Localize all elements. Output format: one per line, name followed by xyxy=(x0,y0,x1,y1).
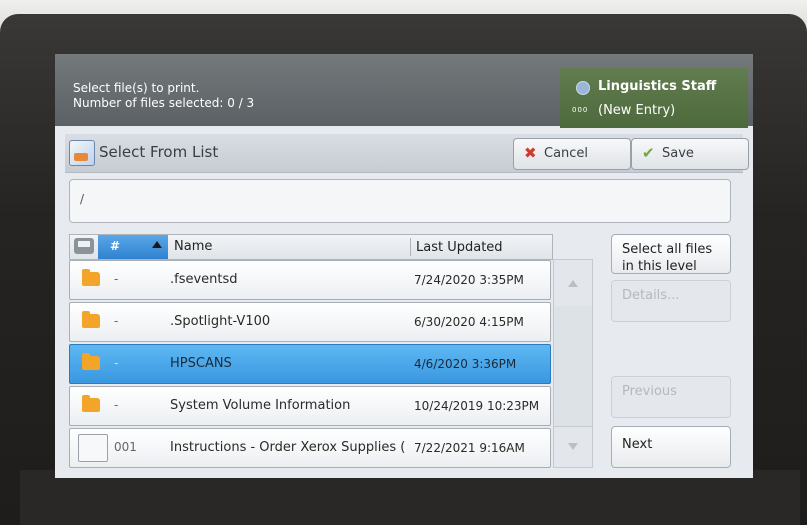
details-button[interactable]: Details... xyxy=(611,280,731,322)
item-name: System Volume Information xyxy=(170,398,351,413)
next-label: Next xyxy=(622,437,653,452)
previous-button[interactable]: Previous xyxy=(611,376,731,418)
user-panel[interactable]: Linguistics Staff 000 (New Entry) xyxy=(560,68,748,128)
save-label: Save xyxy=(662,146,694,161)
details-label: Details... xyxy=(622,288,680,303)
file-list-icon xyxy=(69,140,95,166)
folder-icon xyxy=(82,269,100,286)
list-item[interactable]: - .fseventsd 7/24/2020 3:35PM xyxy=(69,260,551,300)
column-number-label: # xyxy=(110,239,121,253)
printer-icon xyxy=(74,238,94,254)
item-date: 10/24/2019 10:23PM xyxy=(414,399,540,413)
scrollbar-track[interactable] xyxy=(553,306,593,426)
folder-icon xyxy=(82,395,100,412)
item-number: - xyxy=(114,356,119,370)
dialog-titlebar: Select From List ✖ Cancel ✔ Save xyxy=(65,134,749,173)
path-field: / xyxy=(69,179,731,223)
item-name: .Spotlight-V100 xyxy=(170,314,271,329)
item-date: 7/22/2021 9:16AM xyxy=(414,441,525,455)
select-all-button[interactable]: Select all files in this level xyxy=(611,234,731,274)
arrow-up-icon xyxy=(568,280,578,287)
item-date: 4/6/2020 3:36PM xyxy=(414,357,517,371)
arrow-down-icon xyxy=(568,443,578,450)
folder-icon xyxy=(82,311,100,328)
cancel-button[interactable]: ✖ Cancel xyxy=(513,138,631,170)
folder-icon xyxy=(82,353,100,370)
item-date: 6/30/2020 4:15PM xyxy=(414,315,524,329)
user-name: Linguistics Staff xyxy=(598,79,717,94)
path-text: / xyxy=(80,192,85,206)
prompt-text: Select file(s) to print. xyxy=(73,81,200,95)
device-bezel-bottom xyxy=(20,470,800,525)
selected-count: Number of files selected: 0 / 3 xyxy=(73,96,255,110)
save-button[interactable]: ✔ Save xyxy=(631,138,749,170)
previous-label: Previous xyxy=(622,384,677,399)
page-title: Select From List xyxy=(99,143,219,161)
list-item-selected[interactable]: - HPSCANS 4/6/2020 3:36PM xyxy=(69,344,551,384)
scroll-up-button[interactable] xyxy=(553,259,593,307)
item-number: - xyxy=(114,272,119,286)
select-all-label: Select all files in this level xyxy=(622,242,713,274)
item-number: - xyxy=(114,398,119,412)
status-header: Select file(s) to print. Number of files… xyxy=(55,54,753,128)
item-number: - xyxy=(114,314,119,328)
user-entry: (New Entry) xyxy=(598,103,676,118)
close-icon: ✖ xyxy=(524,144,537,162)
item-date: 7/24/2020 3:35PM xyxy=(414,273,524,287)
item-name: .fseventsd xyxy=(170,272,238,287)
sort-ascending-icon xyxy=(152,241,162,248)
list-item[interactable]: - .Spotlight-V100 6/30/2020 4:15PM xyxy=(69,302,551,342)
item-name: Instructions - Order Xerox Supplies ( xyxy=(170,440,406,455)
cancel-label: Cancel xyxy=(544,146,589,161)
number-icon: 000 xyxy=(572,106,589,114)
scroll-down-button[interactable] xyxy=(553,426,593,468)
column-last-updated[interactable]: Last Updated xyxy=(416,240,503,255)
touchscreen: Select file(s) to print. Number of files… xyxy=(55,54,753,478)
user-icon xyxy=(576,81,590,95)
list-item[interactable]: 001 Instructions - Order Xerox Supplies … xyxy=(69,428,551,468)
list-item[interactable]: - System Volume Information 10/24/2019 1… xyxy=(69,386,551,426)
next-button[interactable]: Next xyxy=(611,426,731,468)
item-number: 001 xyxy=(114,440,137,454)
item-name: HPSCANS xyxy=(170,356,232,371)
item-checkbox[interactable] xyxy=(78,434,108,462)
column-divider xyxy=(410,238,411,256)
checkmark-icon: ✔ xyxy=(642,144,655,162)
list-header: # Name Last Updated xyxy=(69,234,553,260)
column-name[interactable]: Name xyxy=(174,239,212,254)
